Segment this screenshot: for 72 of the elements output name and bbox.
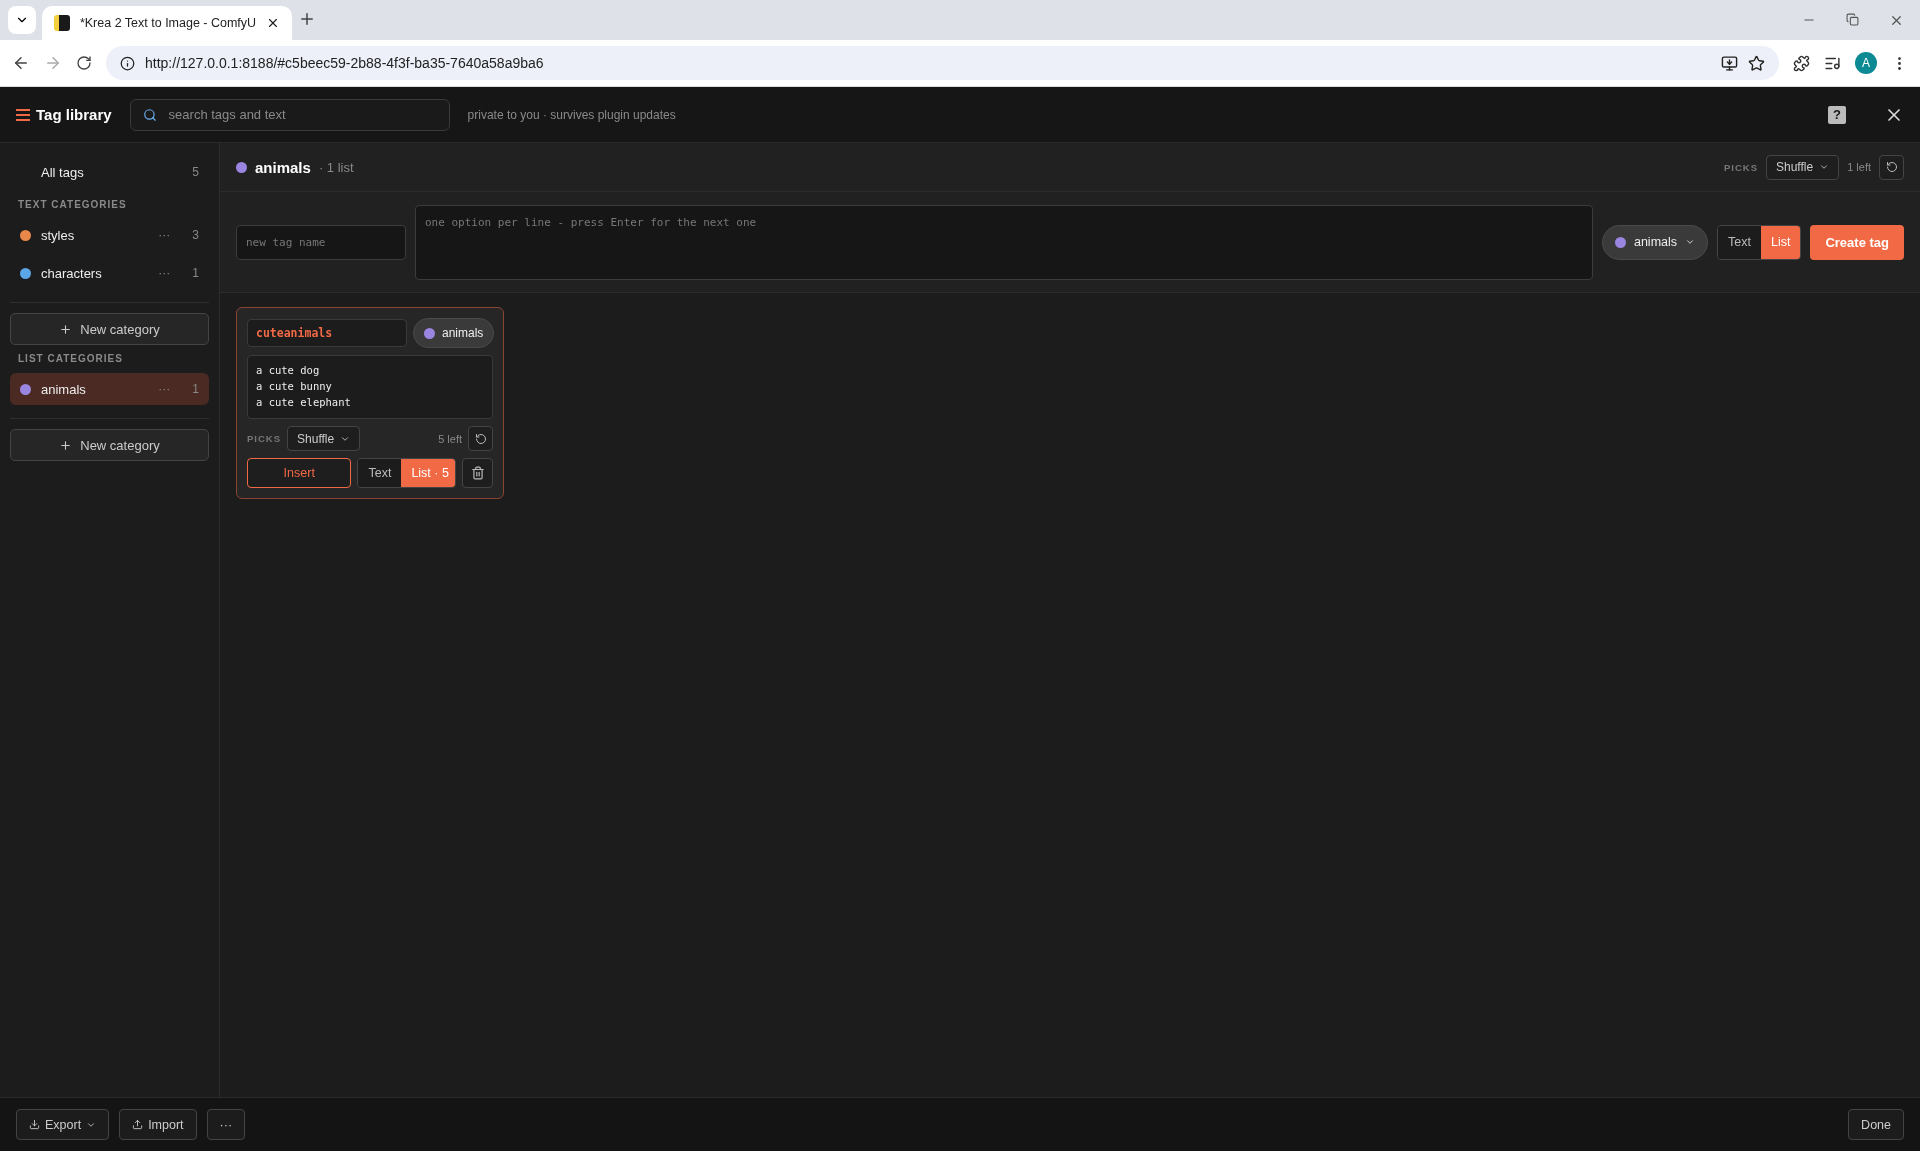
type-toggle[interactable]: Text: [358, 459, 402, 487]
search-icon: [142, 107, 157, 122]
export-button[interactable]: Export: [16, 1109, 110, 1140]
close-icon[interactable]: [266, 16, 280, 30]
category-meta: · 1 list: [318, 159, 354, 175]
section-heading: TEXT CATEGORIES: [17, 198, 128, 212]
count-text: 3: [192, 228, 199, 242]
privacy-note: private to you · survives plugin updates: [467, 107, 676, 122]
new-category-button[interactable]: New category: [10, 429, 209, 461]
insert-button[interactable]: Insert: [247, 458, 352, 488]
picks-label: PICKS: [1723, 161, 1758, 173]
count-text: 1: [192, 382, 199, 396]
category-title: animals: [255, 158, 311, 176]
count-text: 1: [192, 266, 199, 280]
plus-icon: [59, 322, 73, 336]
search-input[interactable]: search tags and text: [166, 106, 437, 123]
new-tab-icon[interactable]: [298, 10, 316, 28]
reset-icon: [1885, 161, 1898, 173]
install-icon[interactable]: [1721, 54, 1738, 72]
address-bar[interactable]: http://127.0.0.1:8188/#c5beec59-2b88-4f3f-ba35-7640a58a9ba6: [106, 46, 1779, 80]
remaining-text: 1 left: [1847, 161, 1871, 173]
tag-name-field[interactable]: new tag name: [236, 224, 406, 260]
section-heading: LIST CATEGORIES: [17, 352, 124, 366]
reset-icon: [474, 432, 487, 445]
picks-dropdown[interactable]: Shuffle: [1766, 154, 1840, 180]
url-text: http://127.0.0.1:8188/#c5beec59-2b88-4f3f-ba35-7640a58a9ba6: [145, 55, 545, 71]
caret-icon: [1685, 237, 1696, 247]
category-dropdown[interactable]: animals: [413, 318, 495, 348]
done-button[interactable]: Done: [1848, 1109, 1904, 1140]
category-name: styles: [41, 227, 76, 243]
restore-icon[interactable]: [1846, 13, 1859, 26]
plus-icon: [59, 438, 73, 452]
sidebar-item[interactable]: All tags 5: [10, 156, 209, 188]
extensions-icon[interactable]: [1793, 54, 1810, 72]
info-icon[interactable]: [120, 55, 135, 71]
sidebar-item[interactable]: characters ··· 1: [10, 257, 209, 289]
new-category-button[interactable]: New category: [10, 313, 209, 345]
options-field[interactable]: one option per line - press Enter for the next one: [415, 204, 1593, 280]
upload-icon: [132, 1119, 144, 1130]
reset-button[interactable]: [1879, 154, 1904, 180]
tag-name-field[interactable]: cuteanimals: [247, 319, 407, 347]
more-button[interactable]: ···: [158, 266, 171, 280]
more-button[interactable]: ···: [158, 228, 171, 242]
more-button[interactable]: ···: [206, 1109, 246, 1140]
delete-button[interactable]: [462, 458, 493, 488]
options-field[interactable]: a cute dog a cute bunny a cute elephant: [247, 355, 493, 419]
reload-icon[interactable]: [76, 55, 92, 71]
favicon-icon: [54, 15, 70, 31]
category-dropdown[interactable]: animals: [1601, 224, 1709, 260]
caret-icon: [1819, 162, 1830, 172]
bookmark-star-icon[interactable]: [1748, 54, 1765, 72]
trash-icon: [470, 466, 485, 480]
menu-icon[interactable]: [16, 108, 30, 121]
remaining-text: 5 left: [438, 432, 462, 445]
category-name: animals: [41, 381, 87, 397]
picks-label: PICKS: [247, 433, 282, 444]
reset-button[interactable]: [468, 426, 493, 451]
picks-dropdown[interactable]: Shuffle: [287, 426, 361, 451]
app-title: Tag library: [36, 106, 112, 123]
browser-tab[interactable]: *Krea 2 Text to Image - ComfyU: [42, 6, 292, 40]
help-button[interactable]: ?: [1828, 105, 1846, 124]
profile-avatar[interactable]: A: [1855, 52, 1877, 74]
type-toggle[interactable]: Text: [1718, 225, 1761, 259]
import-button[interactable]: Import: [119, 1109, 197, 1140]
back-icon[interactable]: [12, 54, 30, 72]
tab-title: *Krea 2 Text to Image - ComfyU: [79, 16, 257, 30]
sidebar-item[interactable]: styles ··· 3: [10, 219, 209, 251]
category-name: characters: [41, 265, 103, 281]
search-field[interactable]: search tags and text: [129, 98, 450, 131]
more-button[interactable]: ···: [158, 382, 171, 396]
download-icon: [29, 1119, 40, 1130]
sidebar-item[interactable]: animals ··· 1: [10, 373, 209, 405]
